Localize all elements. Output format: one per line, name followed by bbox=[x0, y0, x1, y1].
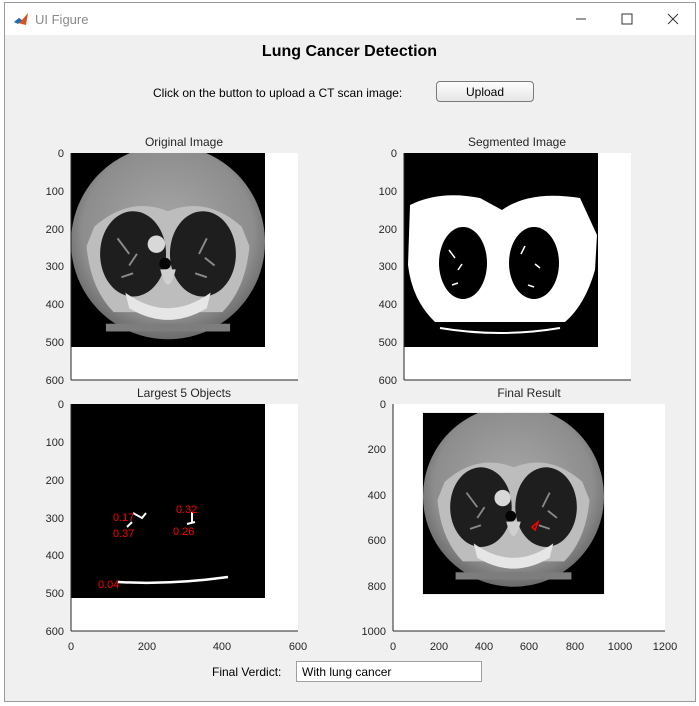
object-label: 0.17 bbox=[113, 512, 134, 524]
ytick-label: 0 bbox=[380, 399, 386, 411]
ytick-label: 0 bbox=[391, 148, 397, 160]
xtick-label: 200 bbox=[138, 641, 156, 653]
object-label: 0.37 bbox=[113, 528, 134, 540]
objects-mask bbox=[71, 404, 265, 598]
ytick-label: 400 bbox=[379, 299, 397, 311]
xtick-label: 600 bbox=[289, 641, 307, 653]
ytick-label: 1000 bbox=[362, 626, 386, 638]
ytick-label: 200 bbox=[368, 444, 386, 456]
ytick-label: 500 bbox=[46, 337, 64, 349]
ytick-label: 800 bbox=[368, 581, 386, 593]
ct-scan-final bbox=[423, 413, 604, 594]
xtick-label: 0 bbox=[390, 641, 396, 653]
ytick-label: 600 bbox=[379, 375, 397, 387]
axes-final: Final Result 0 200 400 600 800 1000 0 10… bbox=[362, 386, 678, 653]
ytick-label: 300 bbox=[46, 513, 64, 525]
ytick-label: 300 bbox=[379, 261, 397, 273]
ytick-label: 300 bbox=[46, 261, 64, 273]
verdict-label: Final Verdict: bbox=[212, 665, 282, 679]
ytick-label: 100 bbox=[379, 186, 397, 198]
xtick-label: 1000 bbox=[608, 641, 632, 653]
ytick-label: 200 bbox=[379, 224, 397, 236]
xtick-label: 400 bbox=[475, 641, 493, 653]
ytick-label: 100 bbox=[46, 437, 64, 449]
ytick-label: 500 bbox=[46, 588, 64, 600]
ytick-label: 600 bbox=[46, 626, 64, 638]
ct-scan-original bbox=[71, 153, 265, 347]
ytick-label: 500 bbox=[379, 337, 397, 349]
axes-segmented: Segmented Image 0 100 200 300 400 500 60… bbox=[379, 135, 631, 387]
ytick-label: 100 bbox=[46, 186, 64, 198]
ytick-label: 200 bbox=[46, 475, 64, 487]
axes-title-largest: Largest 5 Objects bbox=[137, 386, 231, 400]
xtick-label: 0 bbox=[68, 641, 74, 653]
ytick-label: 400 bbox=[368, 490, 386, 502]
verdict-field[interactable]: With lung cancer bbox=[296, 661, 482, 682]
axes-original: Original Image 0 100 200 300 400 500 600 bbox=[46, 135, 298, 387]
object-label: 0.04 bbox=[98, 579, 119, 591]
ytick-label: 600 bbox=[368, 535, 386, 547]
xtick-label: 600 bbox=[520, 641, 538, 653]
axes-title-segmented: Segmented Image bbox=[468, 135, 566, 149]
axes-title-final: Final Result bbox=[497, 386, 561, 400]
ytick-label: 0 bbox=[58, 148, 64, 160]
axes-largest: 0.17 0.37 0.32 0.26 0.04 Largest 5 Objec… bbox=[46, 386, 308, 653]
xtick-label: 400 bbox=[213, 641, 231, 653]
ytick-label: 400 bbox=[46, 299, 64, 311]
ytick-label: 600 bbox=[46, 375, 64, 387]
xtick-label: 200 bbox=[430, 641, 448, 653]
object-label: 0.32 bbox=[176, 504, 197, 516]
xtick-label: 800 bbox=[566, 641, 584, 653]
ytick-label: 200 bbox=[46, 224, 64, 236]
object-label: 0.26 bbox=[173, 526, 194, 538]
xtick-label: 1200 bbox=[653, 641, 677, 653]
figure-canvas: Original Image 0 100 200 300 400 500 600… bbox=[46, 135, 678, 653]
ytick-label: 0 bbox=[58, 399, 64, 411]
ytick-label: 400 bbox=[46, 550, 64, 562]
axes-title-original: Original Image bbox=[145, 135, 223, 149]
